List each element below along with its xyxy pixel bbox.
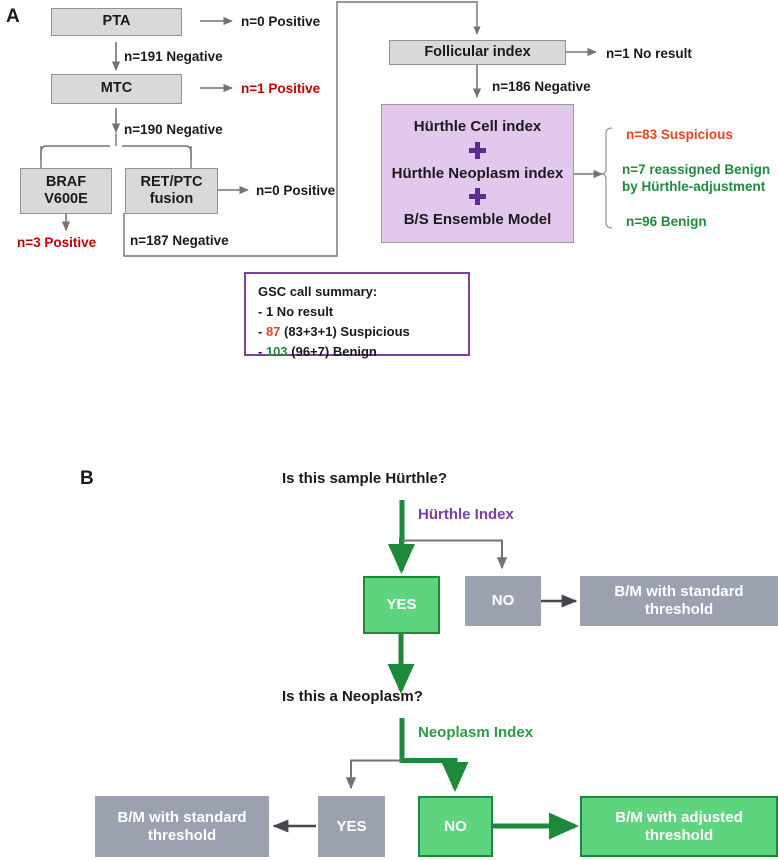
node-hurthle-model[interactable]: Hürthle Cell index Hürthle Neoplasm inde…	[381, 104, 574, 243]
node-bm-standard-threshold-top[interactable]: B/M with standard threshold	[580, 576, 778, 626]
node-hurthle-yes[interactable]: YES	[363, 576, 440, 634]
node-pta-label: PTA	[102, 13, 131, 30]
node-hurthle-cell-index: Hürthle Cell index	[413, 117, 542, 135]
edge-follicular-noresult: n=1 No result	[606, 46, 692, 61]
figure-root: A PTA MTC BRAF V600E RET/PTC fusion Foll…	[0, 0, 778, 860]
gsc-summary-line-2: - 87 (83+3+1) Suspicious	[258, 322, 458, 342]
bm-standard-bottom-line2: threshold	[147, 826, 217, 844]
question-neoplasm: Is this a Neoplasm?	[282, 688, 423, 705]
panel-label-b: B	[80, 468, 94, 489]
node-neoplasm-yes[interactable]: YES	[318, 796, 385, 857]
outcome-reassigned-benign-line2: by Hürthle-adjustment	[622, 179, 766, 194]
gsc-line1-rest: No result	[273, 304, 334, 320]
edge-braf-positive: n=3 Positive	[17, 235, 97, 250]
panel-label-a: A	[6, 6, 20, 27]
node-hurthle-yes-label: YES	[386, 596, 417, 614]
node-ret-line1: RET/PTC	[140, 173, 203, 190]
question-hurthle: Is this sample Hürthle?	[282, 470, 448, 487]
node-braf-v600e[interactable]: BRAF V600E	[20, 168, 112, 214]
gsc-line3-prefix: -	[258, 344, 266, 360]
edge-mtc-negative: n=190 Negative	[124, 122, 223, 137]
node-hurthle-neoplasm-index: Hürthle Neoplasm index	[391, 164, 564, 182]
node-bs-ensemble-model: B/S Ensemble Model	[403, 211, 552, 229]
gsc-line2-prefix: -	[258, 324, 266, 340]
gsc-call-summary-box: GSC call summary: - 1 No result - 87 (83…	[244, 272, 470, 359]
label-hurthle-index: Hürthle Index	[418, 506, 514, 523]
gsc-line3-num: 103	[265, 344, 288, 360]
node-braf-line1: BRAF	[45, 173, 87, 190]
gsc-line3-rest: (96+7) Benign	[287, 344, 377, 360]
gsc-line2-rest: (83+3+1) Suspicious	[280, 324, 410, 340]
node-follicular-label: Follicular index	[424, 43, 531, 60]
node-hurthle-no[interactable]: NO	[465, 576, 541, 626]
node-ret-ptc-fusion[interactable]: RET/PTC fusion	[125, 168, 218, 214]
edge-mtc-positive: n=1 Positive	[241, 81, 321, 96]
bm-standard-top-line2: threshold	[644, 601, 714, 618]
bm-standard-bottom-line1: B/M with standard	[117, 808, 247, 826]
gsc-line2-num: 87	[265, 324, 281, 340]
node-mtc-label: MTC	[100, 80, 133, 97]
edge-pta-negative: n=191 Negative	[124, 49, 223, 64]
node-ret-line2: fusion	[149, 191, 194, 207]
node-mtc[interactable]: MTC	[51, 74, 182, 104]
gsc-summary-line-3: - 103 (96+7) Benign	[258, 342, 458, 362]
plus-icon	[469, 141, 486, 159]
node-neoplasm-no-label: NO	[444, 817, 467, 835]
edge-pta-positive: n=0 Positive	[241, 14, 321, 29]
bm-adjusted-line1: B/M with adjusted	[615, 808, 743, 826]
edge-ret-positive: n=0 Positive	[256, 183, 336, 198]
label-neoplasm-index: Neoplasm Index	[418, 724, 534, 741]
node-follicular-index[interactable]: Follicular index	[389, 40, 566, 65]
node-hurthle-no-label: NO	[491, 592, 515, 610]
node-neoplasm-no[interactable]: NO	[418, 796, 493, 857]
gsc-line1-prefix: -	[258, 304, 266, 320]
outcome-reassigned-benign-line1: n=7 reassigned Benign	[622, 162, 771, 177]
outcome-benign: n=96 Benign	[626, 214, 707, 229]
bm-standard-top-line1: B/M with standard	[614, 583, 744, 601]
plus-icon	[469, 188, 486, 206]
node-pta[interactable]: PTA	[51, 8, 182, 36]
edge-ret-negative: n=187 Negative	[130, 233, 229, 248]
node-bm-standard-threshold-bottom[interactable]: B/M with standard threshold	[95, 796, 269, 857]
node-neoplasm-yes-label: YES	[336, 817, 367, 835]
edge-follicular-negative: n=186 Negative	[492, 79, 591, 94]
gsc-summary-title: GSC call summary:	[258, 284, 378, 299]
node-braf-line2: V600E	[44, 191, 88, 207]
bm-adjusted-line2: threshold	[644, 826, 714, 844]
node-bm-adjusted-threshold[interactable]: B/M with adjusted threshold	[580, 796, 778, 857]
outcome-suspicious: n=83 Suspicious	[626, 127, 733, 142]
gsc-summary-line-1: - 1 No result	[258, 302, 458, 322]
